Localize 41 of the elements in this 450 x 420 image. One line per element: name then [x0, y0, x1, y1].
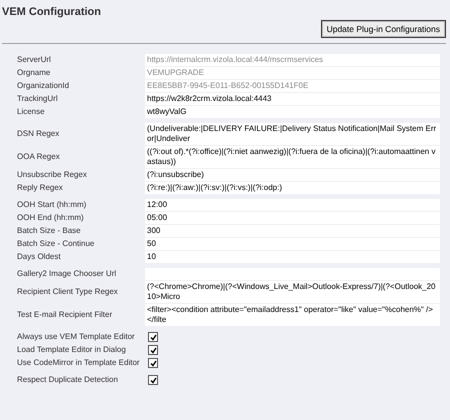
text-field[interactable]: (?i:unsubscribe)	[145, 169, 440, 181]
text-field[interactable]: (?i:re:)|(?i:aw:)|(?i:sv:)|(?i:vs:)|(?i:odp:)	[145, 182, 440, 194]
field-label: ServerUrl	[17, 54, 52, 66]
text-field[interactable]: (Undeliverable:|DELIVERY FAILURE:|Delivery Status Notification|Mail System Error|Undeliver	[145, 123, 440, 145]
text-field[interactable]: (?<Chrome>Chrome)|(?<Windows_Live_Mail>Outlook-Express/7)|(?<Outlook_2010>Micro	[145, 281, 440, 303]
field-label: Use CodeMirror in Template Editor	[17, 357, 141, 369]
checkbox[interactable]	[148, 375, 158, 385]
checkbox[interactable]	[148, 332, 158, 342]
update-plugin-configurations-button[interactable]: Update Plug-in Configurations	[320, 20, 446, 38]
field-label: Batch Size - Base	[17, 225, 82, 237]
text-field[interactable]: https://w2k8r2crm.vizola.local:4443	[145, 93, 440, 105]
field-label: Days Oldest	[17, 251, 62, 263]
field-label: Gallery2 Image Chooser Url	[17, 268, 118, 280]
text-field[interactable]: 50	[145, 238, 440, 250]
checkbox[interactable]	[148, 345, 158, 355]
field-label: Orgname	[17, 67, 52, 79]
field-label: Unsubscribe Regex	[17, 169, 88, 181]
field-label: OOH Start (hh:mm)	[17, 199, 88, 211]
field-label: Always use VEM Template Editor	[17, 331, 136, 343]
field-label: OOH End (hh:mm)	[17, 212, 85, 224]
page-title: VEM Configuration	[2, 6, 102, 18]
field-label: OOA Regex	[17, 151, 61, 163]
field-label: OrganizationId	[17, 80, 70, 92]
checkmark-icon	[150, 376, 156, 384]
text-field[interactable]: 300	[145, 225, 440, 237]
field-label: Respect Duplicate Detection	[17, 374, 119, 386]
field-label: Batch Size - Continue	[17, 238, 96, 250]
text-field[interactable]: ((?i:out of).*(?i:office)|(?i:niet aanwezig)|(?i:fuera de la oficina)|(?i:automaattinen vastaus))	[145, 146, 440, 168]
field-label: Load Template Editor in Dialog	[17, 344, 127, 356]
text-field[interactable]: wt8wyValG	[145, 106, 440, 118]
field-label: DSN Regex	[17, 128, 60, 140]
text-field[interactable]: 05:00	[145, 212, 440, 224]
field-label: Recipient Client Type Regex	[17, 286, 119, 298]
checkbox[interactable]	[148, 358, 158, 368]
field-label: Test E-mail Recipient Filter	[17, 309, 114, 321]
text-field[interactable]: 10	[145, 251, 440, 263]
text-field[interactable]: 12:00	[145, 199, 440, 211]
field-label: TrackingUrl	[17, 93, 59, 105]
field-label: Reply Regex	[17, 182, 64, 194]
field-label: License	[17, 106, 46, 118]
text-field[interactable]: <filter><condition attribute="emailaddress1" operator="like" value="%cohen%" /></filte	[145, 304, 440, 326]
